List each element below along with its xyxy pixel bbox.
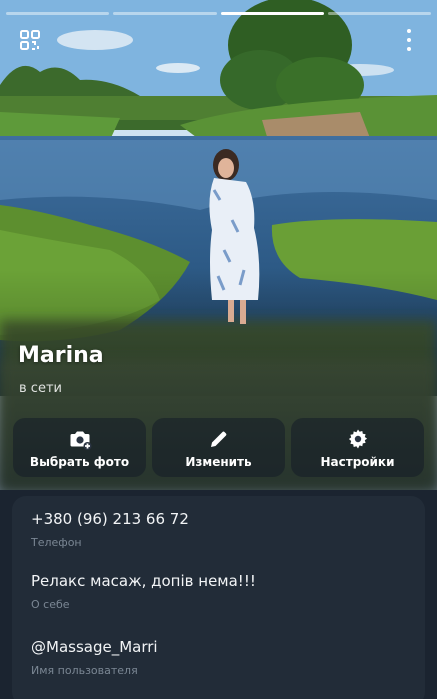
username-row[interactable]: @Massage_Marri Имя пользователя xyxy=(31,638,158,677)
profile-photo[interactable]: Marina в сети Выбрать фото Изменить Наст… xyxy=(0,0,437,490)
more-vertical-icon[interactable] xyxy=(405,29,413,51)
profile-name: Marina xyxy=(18,343,104,368)
phone-value: +380 (96) 213 66 72 xyxy=(31,510,189,528)
phone-label: Телефон xyxy=(31,536,82,549)
gear-icon xyxy=(348,429,367,448)
choose-photo-button[interactable]: Выбрать фото xyxy=(13,418,146,477)
phone-row[interactable]: +380 (96) 213 66 72 Телефон xyxy=(31,510,189,549)
story-bar-active xyxy=(220,12,324,15)
username-label: Имя пользователя xyxy=(31,664,138,677)
online-status: в сети xyxy=(19,381,62,396)
qr-code-icon[interactable] xyxy=(18,28,42,52)
bio-row[interactable]: Релакс масаж, допів нема!!! О себе xyxy=(31,572,256,611)
story-bar xyxy=(327,12,431,15)
story-progress xyxy=(6,12,431,15)
edit-label: Изменить xyxy=(185,454,252,469)
story-bar xyxy=(6,12,110,15)
profile-info-card: +380 (96) 213 66 72 Телефон Релакс масаж… xyxy=(12,496,425,699)
camera-add-icon xyxy=(70,431,91,450)
choose-photo-label: Выбрать фото xyxy=(29,454,130,469)
username-value: @Massage_Marri xyxy=(31,638,158,656)
settings-label: Настройки xyxy=(320,454,395,469)
profile-photo-image xyxy=(0,0,437,490)
settings-button[interactable]: Настройки xyxy=(291,418,424,477)
pencil-icon xyxy=(210,431,226,447)
edit-button[interactable]: Изменить xyxy=(152,418,285,477)
story-bar xyxy=(113,12,217,15)
bio-value: Релакс масаж, допів нема!!! xyxy=(31,572,256,590)
profile-actions: Выбрать фото Изменить Настройки xyxy=(13,418,424,477)
bio-label: О себе xyxy=(31,598,70,611)
